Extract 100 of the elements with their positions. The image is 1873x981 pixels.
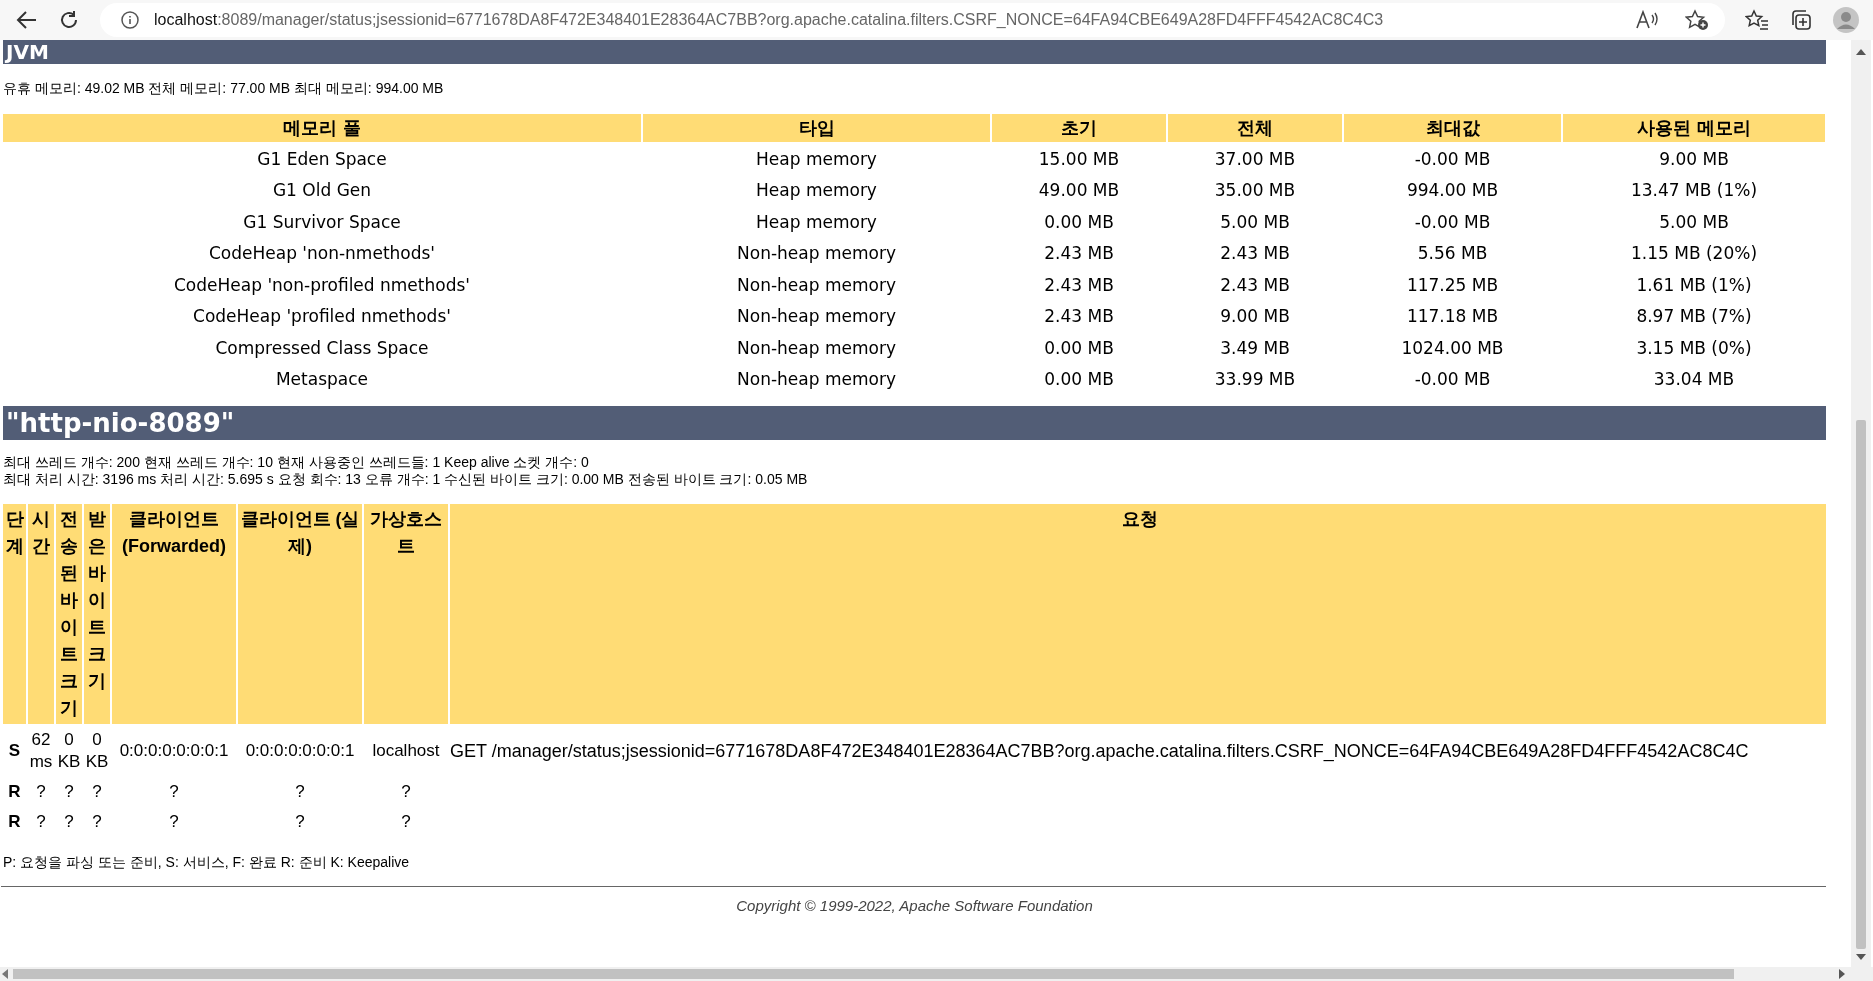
copyright-text: Copyright © 1999-2022, Apache Software Foundation: [735, 897, 1094, 914]
column-header: 클라이언트 (실제): [238, 504, 362, 724]
table-cell-text: 33.99 MB: [1213, 368, 1297, 392]
table-cell-text: 0.00 MB: [1043, 368, 1115, 392]
table-cell-text: CodeHeap 'profiled nmethods': [192, 305, 452, 329]
table-cell-text: ?: [63, 781, 75, 803]
table-cell-text: Compressed Class Space: [214, 336, 430, 360]
vertical-scrollbar[interactable]: [1851, 40, 1871, 967]
table-cell-text: 2.43 MB: [1043, 273, 1115, 297]
column-header: 받은바이트크기: [84, 504, 110, 724]
table-cell-text: ?: [168, 811, 180, 833]
table-cell-text: ?: [294, 781, 306, 803]
table-cell-text: Heap memory: [755, 147, 878, 171]
table-cell-text: 1024.00 MB: [1400, 336, 1505, 360]
section-header: "http-nio-8089": [3, 406, 1826, 440]
collections-icon[interactable]: [1789, 9, 1813, 31]
table-cell-text: 2.43 MB: [1219, 273, 1291, 297]
table-cell-text: S: [7, 740, 22, 762]
table-cell-text: G1 Eden Space: [256, 147, 388, 171]
table-cell-text: ?: [35, 811, 47, 833]
column-header: 타입: [643, 114, 990, 142]
table-cell-text: ?: [400, 811, 412, 833]
column-header: 전체: [1168, 114, 1342, 142]
table-cell-text: 1.61 MB (1%): [1635, 273, 1753, 297]
column-header: 최대값: [1344, 114, 1561, 142]
column-header: 단계: [3, 504, 26, 724]
memory-summary: 유휴 메모리: 49.02 MB 전체 메모리: 77.00 MB 최대 메모리: 994.00 MB: [3, 80, 445, 98]
table-cell-text: ?: [35, 781, 47, 803]
table-cell-text: 0:0:0:0:0:0:0:1: [118, 740, 230, 762]
scrollbar-thumb[interactable]: [1856, 420, 1866, 949]
profile-avatar-icon[interactable]: [1833, 7, 1859, 33]
state-legend: P: 요청을 파싱 또는 준비, S: 서비스, F: 완료 R: 준비 K: Keepalive: [3, 854, 1826, 872]
scroll-up-icon[interactable]: [1856, 48, 1866, 56]
table-cell-text: R: [7, 781, 22, 803]
table-cell-text: ?: [91, 811, 103, 833]
table-cell-text: 62 ms: [28, 729, 54, 773]
table-cell-text: GET /manager/status;jsessionid=6771678DA8F472E348401E28364AC7BB?org.apache.catalina.filters.CSRF_NONCE=64FA94CBE649A28FD4FFF4542AC8C4C: [450, 740, 1750, 764]
table-cell-text: 0.00 MB: [1043, 210, 1115, 234]
table-cell-text: 37.00 MB: [1213, 147, 1297, 171]
table-cell-text: Non-heap memory: [736, 242, 897, 266]
table-cell-text: R: [7, 811, 22, 833]
table-cell-text: 0 KB: [84, 729, 110, 773]
table-cell-text: Heap memory: [755, 179, 878, 203]
table-cell-text: 3.49 MB: [1219, 336, 1291, 360]
reload-icon[interactable]: [58, 9, 80, 31]
table-cell-text: localhost: [371, 740, 441, 762]
back-icon[interactable]: [16, 10, 38, 30]
info-icon[interactable]: [120, 10, 140, 30]
section-header: JVM: [3, 40, 1826, 64]
table-cell-text: 0 KB: [56, 729, 82, 773]
table-cell-text: 9.00 MB: [1658, 147, 1730, 171]
table-cell-text: 9.00 MB: [1219, 305, 1291, 329]
column-header: 클라이언트 (Forwarded): [112, 504, 236, 724]
table-cell-text: ?: [294, 811, 306, 833]
table-cell-text: 117.25 MB: [1405, 273, 1500, 297]
table-cell-text: ?: [63, 811, 75, 833]
table-cell-text: 49.00 MB: [1037, 179, 1121, 203]
table-cell-text: Non-heap memory: [736, 368, 897, 392]
table-cell-text: 13.47 MB (1%): [1629, 179, 1758, 203]
table-cell-text: 33.04 MB: [1652, 368, 1736, 392]
add-favorite-icon[interactable]: [1685, 9, 1709, 31]
table-cell-text: -0.00 MB: [1413, 147, 1492, 171]
table-cell-text: 2.43 MB: [1043, 242, 1115, 266]
table-cell-text: 8.97 MB (7%): [1635, 305, 1753, 329]
table-cell-text: G1 Survivor Space: [242, 210, 402, 234]
scroll-right-icon[interactable]: [1838, 969, 1845, 979]
url-text: localhost:8089/manager/status;jsessionid=6771678DA8F472E348401E28364AC7BB?org.apache.catalina.filters.CSRF_NONCE=64FA94CBE649A28FD4FFF4542AC8C4C3: [154, 11, 1385, 29]
scrollbar-thumb[interactable]: [13, 969, 1734, 979]
scroll-down-icon[interactable]: [1856, 953, 1866, 961]
table-cell-text: Non-heap memory: [736, 273, 897, 297]
table-cell-text: 15.00 MB: [1037, 147, 1121, 171]
table-cell-text: 35.00 MB: [1213, 179, 1297, 203]
column-header: 시간: [28, 504, 54, 724]
table-cell-text: 1.15 MB (20%): [1629, 242, 1758, 266]
table-cell-text: CodeHeap 'non-nmethods': [207, 242, 437, 266]
favorites-icon[interactable]: [1745, 9, 1769, 31]
thread-stats: 최대 쓰레드 개수: 200 현재 쓰레드 개수: 10 현재 사용중인 쓰레드들: 1 Keep alive 소켓 개수: 0: [3, 454, 590, 471]
table-cell-text: 0:0:0:0:0:0:0:1: [244, 740, 356, 762]
address-bar[interactable]: localhost:8089/manager/status;jsessionid=6771678DA8F472E348401E28364AC7BB?org.apache.catalina.filters.CSRF_NONCE=64FA94CBE649A28FD4FFF4542AC8C4C3: [100, 3, 1725, 37]
table-cell-text: 117.18 MB: [1405, 305, 1500, 329]
horizontal-scrollbar[interactable]: [0, 967, 1873, 981]
column-header: 요청: [450, 504, 1826, 724]
table-cell-text: ?: [91, 781, 103, 803]
table-cell-text: -0.00 MB: [1413, 210, 1492, 234]
column-header: 사용된 메모리: [1563, 114, 1825, 142]
table-cell-text: CodeHeap 'non-profiled nmethods': [173, 273, 471, 297]
table-cell-text: 5.56 MB: [1416, 242, 1489, 266]
table-cell-text: Non-heap memory: [736, 305, 897, 329]
table-cell-text: 0.00 MB: [1043, 336, 1115, 360]
table-cell-text: ?: [400, 781, 412, 803]
table-cell-text: 994.00 MB: [1405, 179, 1500, 203]
column-header: 전송된바이트크기: [56, 504, 82, 724]
column-header: 가상호스트: [364, 504, 448, 724]
column-header: 초기: [992, 114, 1166, 142]
table-cell-text: 5.00 MB: [1219, 210, 1291, 234]
table-cell-text: ?: [168, 781, 180, 803]
read-aloud-icon[interactable]: [1635, 10, 1659, 30]
table-cell-text: 2.43 MB: [1219, 242, 1291, 266]
scroll-left-icon[interactable]: [2, 969, 9, 979]
table-cell-text: -0.00 MB: [1413, 368, 1492, 392]
